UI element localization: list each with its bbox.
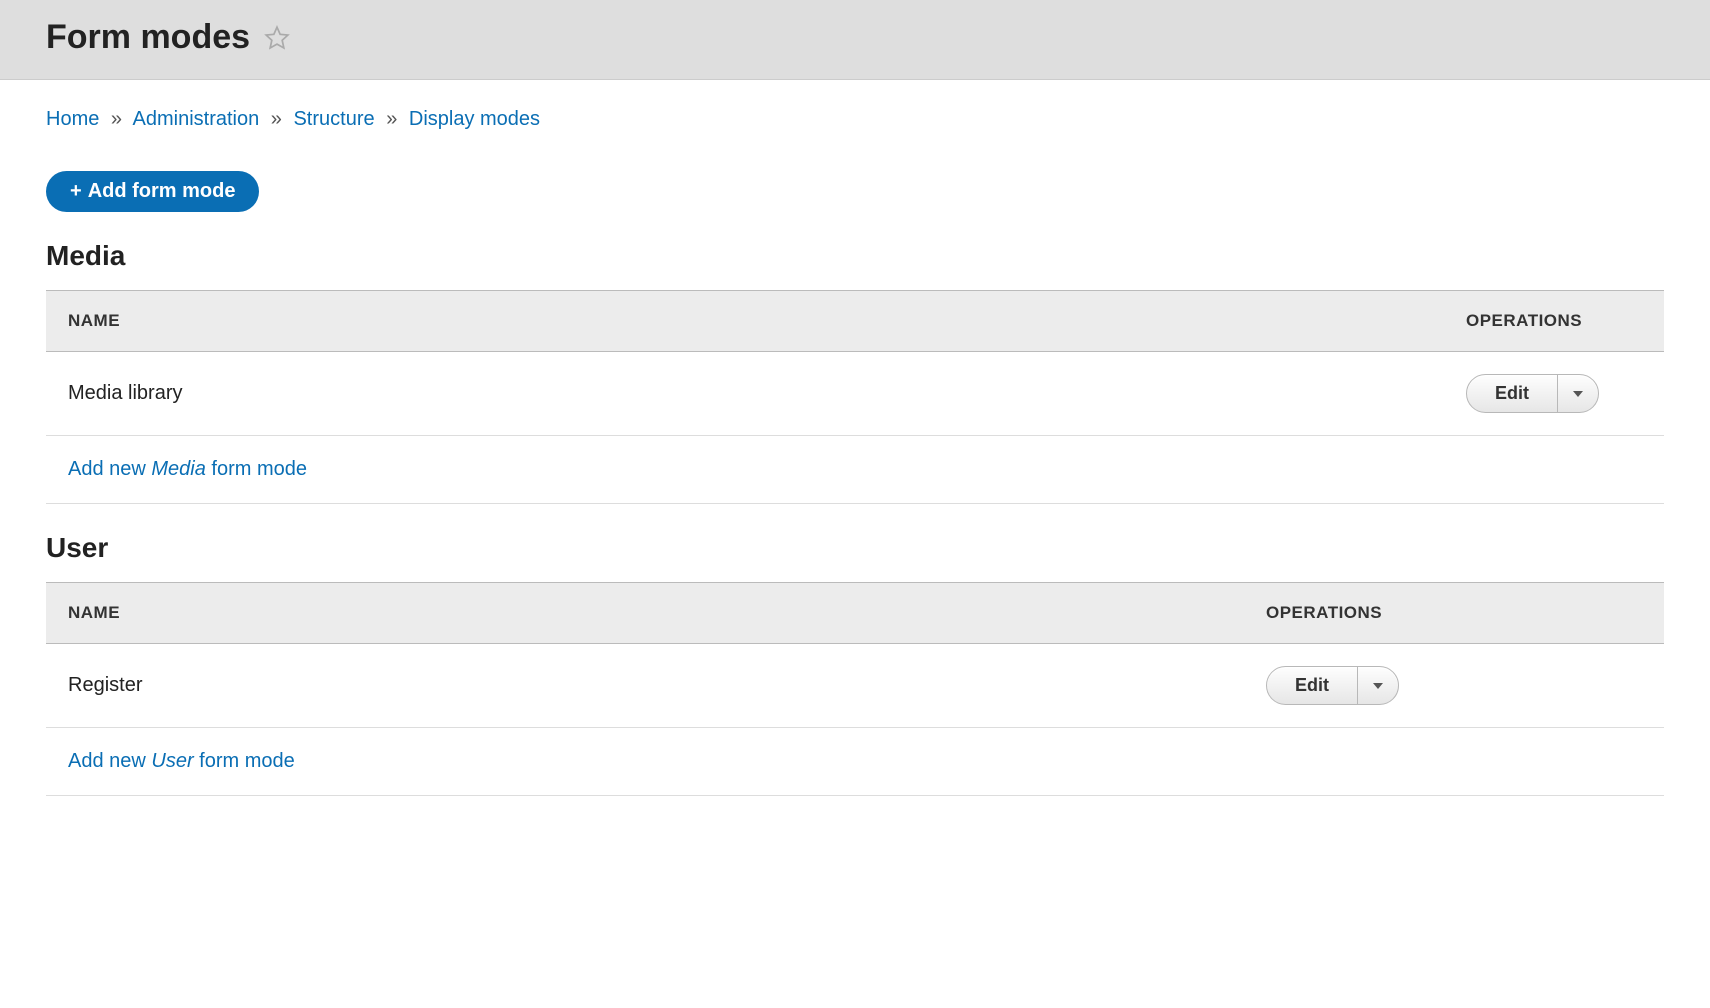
user-table: NAME OPERATIONS Register Edit xyxy=(46,582,1664,796)
table-header-row: NAME OPERATIONS xyxy=(46,583,1664,644)
table-row-add: Add new User form mode xyxy=(46,728,1664,796)
col-operations: OPERATIONS xyxy=(1444,291,1664,352)
plus-icon: + xyxy=(70,180,82,203)
dropbutton-toggle[interactable] xyxy=(1557,375,1598,412)
add-new-suffix: form mode xyxy=(194,750,295,772)
page-title: Form modes xyxy=(46,18,250,57)
col-name: NAME xyxy=(46,291,1444,352)
add-new-entity: User xyxy=(151,750,193,772)
dropbutton: Edit xyxy=(1466,374,1599,413)
breadcrumb: Home » Administration » Structure » Disp… xyxy=(46,108,1664,131)
add-new-user-form-mode-link[interactable]: Add new User form mode xyxy=(68,750,295,772)
add-form-mode-button[interactable]: + Add form mode xyxy=(46,171,259,212)
add-new-entity: Media xyxy=(151,458,205,480)
page-header: Form modes xyxy=(0,0,1710,80)
breadcrumb-link-display-modes[interactable]: Display modes xyxy=(409,108,540,130)
section-title-media: Media xyxy=(46,240,1664,272)
breadcrumb-sep: » xyxy=(271,108,282,130)
breadcrumb-link-administration[interactable]: Administration xyxy=(133,108,260,130)
add-new-prefix: Add new xyxy=(68,458,151,480)
row-operations: Edit xyxy=(1444,352,1664,436)
breadcrumb-sep: » xyxy=(386,108,397,130)
content: Home » Administration » Structure » Disp… xyxy=(0,80,1710,832)
edit-button[interactable]: Edit xyxy=(1467,375,1557,412)
edit-button[interactable]: Edit xyxy=(1267,667,1357,704)
row-name: Media library xyxy=(46,352,1444,436)
table-row-add: Add new Media form mode xyxy=(46,436,1664,504)
chevron-down-icon xyxy=(1372,680,1384,692)
add-new-prefix: Add new xyxy=(68,750,151,772)
table-row: Media library Edit xyxy=(46,352,1664,436)
page-title-wrap: Form modes xyxy=(46,18,1664,57)
col-name: NAME xyxy=(46,583,1244,644)
media-table: NAME OPERATIONS Media library Edit xyxy=(46,290,1664,504)
chevron-down-icon xyxy=(1572,388,1584,400)
breadcrumb-sep: » xyxy=(111,108,122,130)
breadcrumb-link-home[interactable]: Home xyxy=(46,108,99,130)
col-operations: OPERATIONS xyxy=(1244,583,1664,644)
add-form-mode-label: Add form mode xyxy=(88,180,236,203)
row-operations: Edit xyxy=(1244,644,1664,728)
add-new-suffix: form mode xyxy=(206,458,307,480)
breadcrumb-link-structure[interactable]: Structure xyxy=(293,108,374,130)
table-row: Register Edit xyxy=(46,644,1664,728)
dropbutton: Edit xyxy=(1266,666,1399,705)
star-icon[interactable] xyxy=(264,25,290,51)
dropbutton-toggle[interactable] xyxy=(1357,667,1398,704)
table-header-row: NAME OPERATIONS xyxy=(46,291,1664,352)
row-name: Register xyxy=(46,644,1244,728)
add-new-media-form-mode-link[interactable]: Add new Media form mode xyxy=(68,458,307,480)
section-title-user: User xyxy=(46,532,1664,564)
